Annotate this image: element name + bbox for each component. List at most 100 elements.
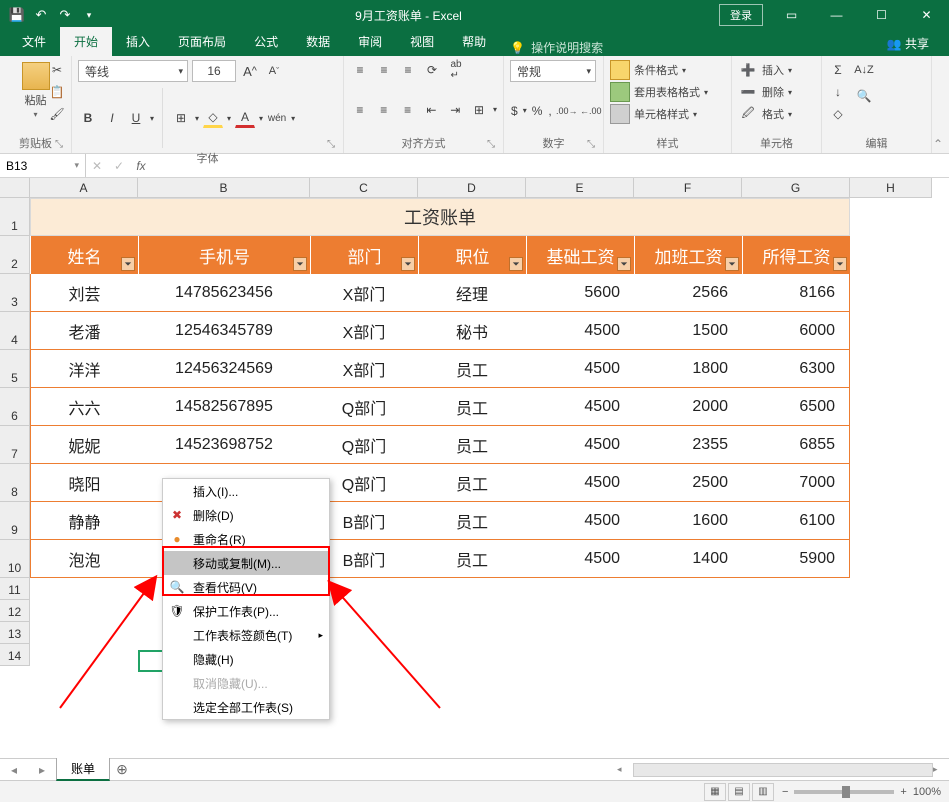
tab-insert[interactable]: 插入 (112, 27, 164, 56)
qat-dropdown-icon[interactable]: ▾ (80, 6, 98, 24)
next-sheet-icon[interactable]: ▸ (39, 763, 45, 777)
comma-icon[interactable]: , (547, 101, 552, 121)
ctx-rename[interactable]: ●重命名(R) (163, 527, 329, 551)
data-cell[interactable]: 刘芸 (30, 274, 138, 312)
align-middle-icon[interactable]: ≡ (374, 60, 394, 80)
data-cell[interactable]: 12546345789 (138, 312, 310, 350)
data-cell[interactable]: 1400 (634, 540, 742, 578)
new-sheet-button[interactable]: ⊕ (110, 761, 134, 778)
italic-icon[interactable]: I (102, 108, 122, 128)
sheet-tab[interactable]: 账单 (56, 758, 110, 781)
align-center-icon[interactable]: ≡ (374, 100, 394, 120)
minimize-button[interactable]: — (814, 0, 859, 30)
row-header-10[interactable]: 10 (0, 540, 30, 578)
tell-me[interactable]: 💡 操作说明搜索 (500, 39, 613, 56)
data-cell[interactable]: 12456324569 (138, 350, 310, 388)
data-cell[interactable]: 4500 (526, 464, 634, 502)
currency-icon[interactable]: $ (510, 101, 519, 121)
font-launcher-icon[interactable]: ⤡ (327, 139, 339, 151)
tab-formula[interactable]: 公式 (240, 27, 292, 56)
save-icon[interactable]: 💾 (8, 6, 26, 24)
col-header-F[interactable]: F (634, 178, 742, 198)
data-cell[interactable]: 2566 (634, 274, 742, 312)
data-cell[interactable]: 1800 (634, 350, 742, 388)
bold-icon[interactable]: B (78, 108, 98, 128)
undo-icon[interactable]: ↶ (32, 6, 50, 24)
page-break-view-icon[interactable]: ▥ (752, 783, 774, 801)
align-left-icon[interactable]: ≡ (350, 100, 370, 120)
col-header-B[interactable]: B (138, 178, 310, 198)
col-header-D[interactable]: D (418, 178, 526, 198)
ctx-view-code[interactable]: 🔍查看代码(V) (163, 575, 329, 599)
tab-home[interactable]: 开始 (60, 27, 112, 56)
underline-icon[interactable]: U (126, 108, 146, 128)
ribbon-mode-icon[interactable]: ▭ (769, 0, 814, 30)
number-launcher-icon[interactable]: ⤡ (587, 139, 599, 151)
filter-dropdown-icon[interactable] (121, 257, 135, 271)
cut-icon[interactable]: ✂ (47, 60, 67, 80)
col-header-C[interactable]: C (310, 178, 418, 198)
data-cell[interactable]: 5900 (742, 540, 850, 578)
hscroll-right-icon[interactable]: ▸ (933, 764, 949, 775)
font-color-icon[interactable]: A (235, 108, 255, 128)
data-cell[interactable]: 经理 (418, 274, 526, 312)
tab-help[interactable]: 帮助 (448, 27, 500, 56)
data-cell[interactable]: X部门 (310, 350, 418, 388)
worksheet-grid[interactable]: ABCDEFGH 1234567891011121314 工资账单姓名手机号部门… (0, 178, 949, 758)
font-size-combo[interactable]: 16 (192, 60, 236, 82)
data-cell[interactable]: 1500 (634, 312, 742, 350)
ctx-delete[interactable]: ✖删除(D) (163, 503, 329, 527)
find-icon[interactable]: 🔍 (854, 86, 874, 106)
indent-left-icon[interactable]: ⇤ (421, 100, 441, 120)
tab-file[interactable]: 文件 (8, 27, 60, 56)
row-header-11[interactable]: 11 (0, 578, 30, 600)
table-header[interactable]: 姓名 (30, 236, 138, 274)
row-header-5[interactable]: 5 (0, 350, 30, 388)
tab-layout[interactable]: 页面布局 (164, 27, 240, 56)
data-cell[interactable]: 员工 (418, 426, 526, 464)
data-cell[interactable]: 4500 (526, 502, 634, 540)
data-cell[interactable]: Q部门 (310, 426, 418, 464)
data-cell[interactable]: 6100 (742, 502, 850, 540)
percent-icon[interactable]: % (531, 101, 544, 121)
clipboard-launcher-icon[interactable]: ⤡ (55, 139, 67, 151)
horizontal-scrollbar[interactable] (633, 763, 933, 777)
cell-styles-button[interactable]: 单元格样式▾ (610, 104, 725, 124)
delete-cells-button[interactable]: ➖删除▾ (738, 82, 815, 102)
data-cell[interactable]: 4500 (526, 388, 634, 426)
ctx-select-all[interactable]: 选定全部工作表(S) (163, 695, 329, 719)
align-bottom-icon[interactable]: ≡ (398, 60, 418, 80)
row-header-4[interactable]: 4 (0, 312, 30, 350)
col-header-E[interactable]: E (526, 178, 634, 198)
data-cell[interactable]: X部门 (310, 274, 418, 312)
data-cell[interactable]: X部门 (310, 312, 418, 350)
filter-dropdown-icon[interactable] (617, 257, 631, 271)
row-header-13[interactable]: 13 (0, 622, 30, 644)
table-header[interactable]: 所得工资 (742, 236, 850, 274)
zoom-thumb[interactable] (842, 786, 850, 798)
fill-icon[interactable]: ↓ (828, 82, 848, 102)
table-header[interactable]: 职位 (418, 236, 526, 274)
data-cell[interactable]: 员工 (418, 388, 526, 426)
ctx-protect[interactable]: 🛡保护工作表(P)... (163, 599, 329, 623)
data-cell[interactable]: 4500 (526, 540, 634, 578)
data-cell[interactable]: 洋洋 (30, 350, 138, 388)
align-top-icon[interactable]: ≡ (350, 60, 370, 80)
zoom-in-icon[interactable]: + (900, 786, 906, 798)
data-cell[interactable]: 晓阳 (30, 464, 138, 502)
conditional-format-button[interactable]: 条件格式▾ (610, 60, 725, 80)
autosum-icon[interactable]: Σ (828, 60, 848, 80)
col-header-G[interactable]: G (742, 178, 850, 198)
filter-dropdown-icon[interactable] (401, 257, 415, 271)
filter-dropdown-icon[interactable] (509, 257, 523, 271)
border-icon[interactable]: ⊞ (171, 108, 191, 128)
zoom-slider[interactable] (794, 790, 894, 794)
row-header-14[interactable]: 14 (0, 644, 30, 666)
collapse-ribbon-icon[interactable]: ⌃ (933, 137, 943, 151)
data-cell[interactable]: 6855 (742, 426, 850, 464)
data-cell[interactable]: Q部门 (310, 388, 418, 426)
data-cell[interactable]: 老潘 (30, 312, 138, 350)
tab-view[interactable]: 视图 (396, 27, 448, 56)
indent-right-icon[interactable]: ⇥ (445, 100, 465, 120)
select-all-corner[interactable] (0, 178, 30, 198)
